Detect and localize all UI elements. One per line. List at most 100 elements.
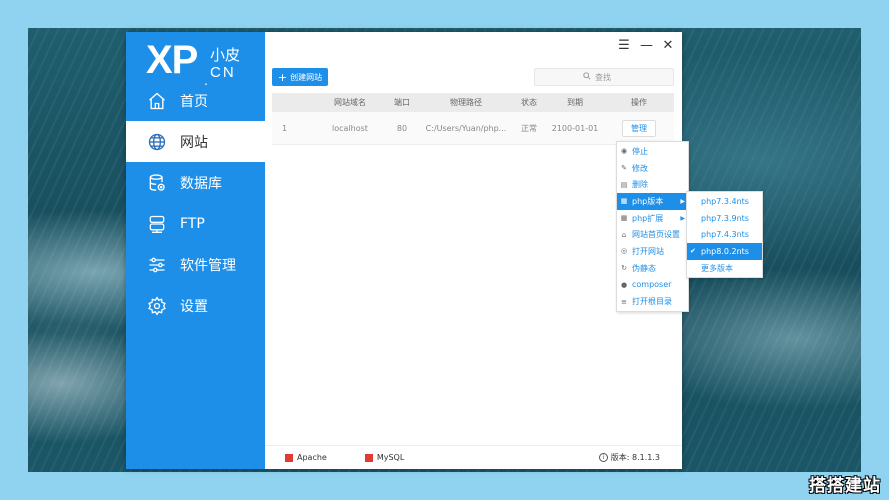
create-website-label: 创建网站 [290, 72, 323, 82]
sidebar-item-software[interactable]: 软件管理 [126, 244, 265, 285]
mysql-label: MySQL [376, 453, 405, 462]
search-icon [583, 72, 591, 82]
sidebar-item-ftp[interactable]: FTP [126, 203, 265, 244]
logo-cn-bottom: CN [210, 64, 236, 81]
sidebar-item-settings[interactable]: 设置 [126, 285, 265, 326]
menu-item-label: php扩展 [632, 213, 664, 223]
apache-label: Apache [297, 453, 327, 462]
watermark: 搭搭建站 [809, 476, 881, 496]
status-bar: Apache MySQL i 版本: 8.1.1.3 [265, 445, 682, 469]
sidebar-item-label: 设置 [180, 298, 208, 315]
submenu-arrow-icon: ▶ [680, 197, 685, 205]
apache-service[interactable]: Apache [285, 453, 327, 462]
menu-item-label: 停止 [632, 146, 648, 156]
sliders-icon [146, 254, 168, 276]
website-table: 网站域名 端口 物理路径 状态 到期 操作 1 localhost 80 C:/… [272, 93, 674, 145]
menu-item-label: composer [632, 280, 672, 290]
plus-icon: + [277, 70, 288, 84]
sidebar-item-home[interactable]: 首页 [126, 80, 265, 121]
window-controls: ☰ — ✕ [618, 38, 674, 53]
php-version-label: php8.0.2nts [701, 246, 749, 256]
sidebar-item-label: 首页 [180, 93, 208, 110]
globe-icon [146, 131, 168, 153]
sidebar: XP . 小皮 CN 首页 网站 数据库 FTP 软件管理 设置 [126, 32, 265, 469]
globe-icon: ◎ [620, 247, 628, 256]
search-box[interactable] [534, 68, 674, 86]
menu-item-label: 网站首页设置 [632, 230, 680, 240]
header-domain: 网站域名 [334, 98, 366, 107]
table-header: 网站域名 端口 物理路径 状态 到期 操作 [272, 93, 674, 112]
menu-item-label: 打开网站 [632, 246, 664, 256]
php-version-item[interactable]: php7.4.3nts [687, 226, 762, 243]
cell-path: C:/Users/Yuan/php... [425, 123, 507, 133]
menu-item-label: 打开根目录 [632, 297, 672, 307]
header-action: 操作 [631, 98, 647, 107]
list-icon: ≡ [621, 297, 627, 306]
menu-item-composer[interactable]: ● composer [617, 277, 688, 294]
menu-item-rewrite[interactable]: ↻ 伪静态 [617, 260, 688, 277]
php-version-label: php7.3.4nts [701, 196, 749, 206]
menu-item-label: 删除 [632, 180, 648, 190]
search-input[interactable] [595, 72, 625, 82]
cell-expire: 2100-01-01 [551, 123, 599, 133]
version-label: 版本: 8.1.1.3 [610, 453, 660, 462]
menu-item-open-website[interactable]: ◎ 打开网站 [617, 243, 688, 260]
cell-domain: localhost [332, 123, 368, 133]
gear-icon [146, 295, 168, 317]
menu-item-stop[interactable]: ◉ 停止 [617, 143, 688, 160]
more-versions-item[interactable]: 更多版本 [687, 260, 762, 277]
sidebar-nav: 首页 网站 数据库 FTP 软件管理 设置 [126, 80, 265, 326]
menu-item-delete[interactable]: ▤ 删除 [617, 176, 688, 193]
menu-item-open-root[interactable]: ≡ 打开根目录 [617, 293, 688, 310]
apache-status-indicator [285, 453, 293, 462]
menu-item-homepage-settings[interactable]: ⌂ 网站首页设置 [617, 226, 688, 243]
menu-item-label: php版本 [632, 196, 664, 206]
menu-item-edit[interactable]: ✎ 修改 [617, 160, 688, 177]
php-version-item[interactable]: php7.3.4nts [687, 193, 762, 210]
php-version-label: php7.4.3nts [701, 230, 749, 240]
header-path: 物理路径 [450, 98, 482, 107]
header-status: 状态 [521, 98, 537, 107]
stop-icon: ◉ [620, 147, 628, 156]
version-info: i 版本: 8.1.1.3 [598, 452, 660, 463]
cell-action: 管理 [604, 119, 674, 137]
php-version-label: 更多版本 [701, 263, 733, 273]
logo-cn-top: 小皮 [210, 47, 241, 64]
refresh-icon: ↻ [621, 264, 627, 273]
database-icon [146, 172, 168, 194]
menu-icon[interactable]: ☰ [618, 38, 630, 53]
context-menu: ◉ 停止 ✎ 修改 ▤ 删除 ▦ php版本 ▶ ▦ php扩展 ▶ ⌂ 网站首… [616, 141, 689, 312]
submenu-arrow-icon: ▶ [680, 214, 685, 222]
app-window: XP . 小皮 CN 首页 网站 数据库 FTP 软件管理 设置 ☰ — ✕ +… [126, 32, 682, 469]
create-website-button[interactable]: + 创建网站 [272, 68, 328, 86]
sidebar-item-label: FTP [180, 215, 205, 232]
cell-status: 正常 [521, 123, 537, 133]
home-icon: ⌂ [621, 230, 627, 239]
manage-button[interactable]: 管理 [622, 119, 656, 137]
header-expire: 到期 [567, 98, 583, 107]
cell-port: 80 [396, 123, 408, 133]
sidebar-item-label: 数据库 [180, 175, 222, 192]
trash-icon: ▤ [620, 180, 628, 189]
mysql-status-indicator [364, 453, 373, 462]
edit-icon: ✎ [621, 164, 627, 173]
sidebar-item-label: 网站 [180, 134, 208, 151]
info-icon: i [598, 453, 608, 462]
php-version-item-selected[interactable]: ✔ php8.0.2nts [687, 243, 762, 260]
grid-icon: ▦ [620, 197, 628, 206]
logo-main: XP [146, 38, 198, 82]
sidebar-item-label: 软件管理 [180, 257, 236, 274]
table-row: 1 localhost 80 C:/Users/Yuan/php... 正常 2… [272, 112, 674, 145]
app-logo: XP . 小皮 CN [146, 38, 240, 88]
php-version-item[interactable]: php7.3.9nts [687, 210, 762, 227]
minimize-icon[interactable]: — [640, 38, 653, 53]
menu-item-php-version[interactable]: ▦ php版本 ▶ [617, 193, 688, 210]
ftp-server-icon [146, 213, 168, 235]
mysql-service[interactable]: MySQL [364, 453, 405, 462]
sidebar-item-website[interactable]: 网站 [126, 121, 265, 162]
menu-item-php-extension[interactable]: ▦ php扩展 ▶ [617, 210, 688, 227]
close-icon[interactable]: ✕ [662, 38, 674, 53]
menu-item-label: 修改 [632, 163, 648, 173]
sidebar-item-database[interactable]: 数据库 [126, 162, 265, 203]
grid-icon: ▦ [620, 214, 628, 223]
